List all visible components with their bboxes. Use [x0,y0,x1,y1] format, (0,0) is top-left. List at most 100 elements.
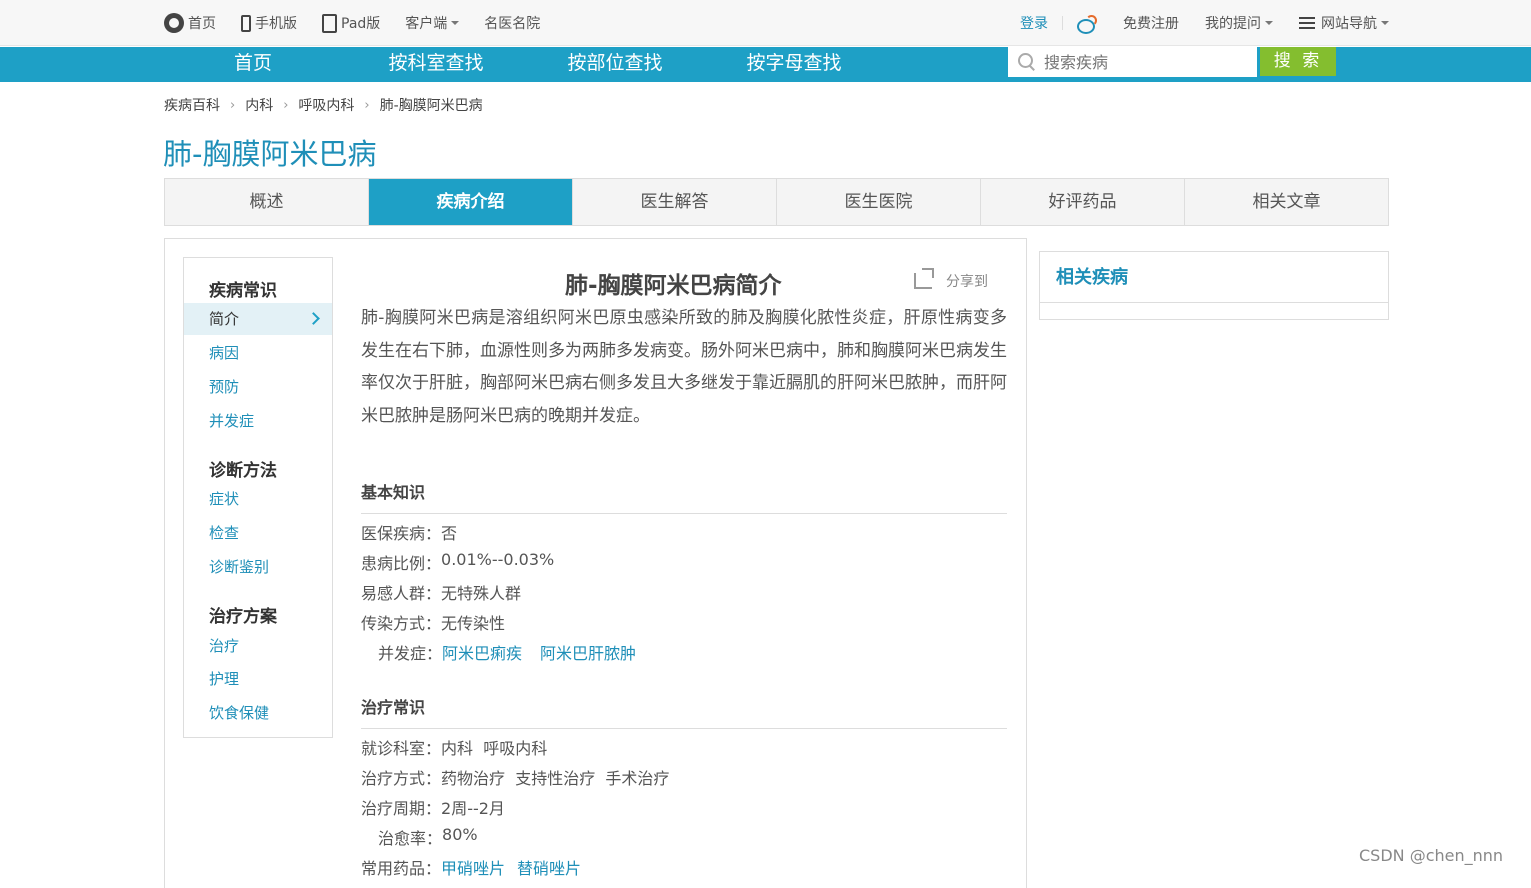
site-nav-dropdown[interactable]: 网站导航 [1299,13,1389,33]
chevron-right-icon [307,312,320,325]
info-row-complications: 并发症： 阿米巴痢疾 阿米巴肝脓肿 [378,640,654,664]
phone-icon [241,14,251,32]
nav-item-home[interactable]: 首页 [213,47,293,82]
complication-link[interactable]: 阿米巴痢疾 [442,640,522,664]
chevron-down-icon [451,21,460,25]
tab-related-articles[interactable]: 相关文章 [1185,179,1388,225]
info-row-transmission: 传染方式： 无传染性 [361,610,505,634]
sidebar-item-diagnosis[interactable]: 诊断鉴别 [184,551,332,583]
divider [1062,16,1063,30]
client-label: 客户端 [405,16,448,32]
info-value: 无特殊人群 [441,584,522,603]
top-right-links: 登录 免费注册 我的提问 网站导航 [994,0,1389,46]
breadcrumb-item[interactable]: 疾病百科 [164,95,220,115]
breadcrumb: 疾病百科 › 内科 › 呼吸内科 › 肺-胸膜阿米巴病 [164,95,483,115]
sidebar-nav: 疾病常识 简介 病因 预防 并发症 诊断方法 症状 检查 诊断鉴别 治疗方案 治… [183,257,333,738]
info-value: 2周--2月 [441,799,505,818]
search-button[interactable]: 搜 索 [1260,47,1336,76]
search-input[interactable] [1044,52,1244,72]
list-icon [1299,17,1315,29]
info-label: 常用药品： [361,859,442,878]
info-label: 治疗方式： [361,769,442,788]
info-label: 就诊科室： [361,739,442,758]
sidebar-item-examination[interactable]: 检查 [184,517,332,549]
drug-link[interactable]: 甲硝唑片 [441,855,505,879]
info-row-insurance: 医保疾病： 否 [361,520,457,544]
tab-overview[interactable]: 概述 [165,179,369,225]
register-link[interactable]: 免费注册 [1123,13,1179,33]
breadcrumb-item[interactable]: 内科 [245,95,273,115]
weibo-icon[interactable] [1077,15,1097,34]
disease-tabs: 概述 疾病介绍 医生解答 医生医院 好评药品 相关文章 [164,178,1389,226]
nav-item-by-body-part[interactable]: 按部位查找 [555,47,675,82]
search-box [1008,47,1257,77]
page-title: 肺-胸膜阿米巴病 [163,137,377,171]
home-link-label: 首页 [188,16,216,32]
info-value: 无传染性 [441,614,506,633]
section-heading-basic: 基本知识 [361,479,1007,514]
info-label: 易感人群： [361,584,442,603]
info-label: 传染方式： [361,614,442,633]
sidebar-item-symptoms[interactable]: 症状 [184,483,332,515]
watermark: CSDN @chen_nnn [1359,846,1504,865]
related-diseases-panel: 相关疾病 [1039,251,1389,320]
breadcrumb-current: 肺-胸膜阿米巴病 [379,98,483,114]
my-questions-dropdown[interactable]: 我的提问 [1205,13,1273,33]
pad-version-link[interactable]: Pad版 [322,13,380,33]
info-value: 80% [442,825,478,844]
sidebar-item-nursing[interactable]: 护理 [184,663,332,695]
site-nav-label: 网站导航 [1321,16,1377,32]
client-dropdown[interactable]: 客户端 [405,13,460,33]
mobile-version-link[interactable]: 手机版 [241,13,297,33]
sidebar-item-complications[interactable]: 并发症 [184,405,332,437]
chevron-right-icon: › [283,97,289,113]
top-left-links: 首页 手机版 Pad版 客户端 名医名院 [164,0,565,46]
sidebar-item-diet[interactable]: 饮食保健 [184,697,332,729]
share-label: 分享到 [946,274,988,290]
breadcrumb-item[interactable]: 呼吸内科 [298,95,354,115]
sidebar-item-cause[interactable]: 病因 [184,337,332,369]
intro-paragraph: 肺-胸膜阿米巴病是溶组织阿米巴原虫感染所致的肺及胸膜化脓性炎症，肝原性病变多发生… [361,308,1007,426]
info-value: 药物治疗 支持性治疗 手术治疗 [441,769,670,788]
info-row-cure-rate: 治愈率： 80% [378,825,478,849]
drug-link[interactable]: 替硝唑片 [517,855,581,879]
tab-doctors-hospitals[interactable]: 医生医院 [777,179,981,225]
tab-rated-drugs[interactable]: 好评药品 [981,179,1185,225]
search-icon [1018,53,1036,71]
sidebar-group-title: 疾病常识 [209,281,277,301]
chevron-right-icon: › [364,97,370,113]
chevron-right-icon: › [230,97,236,113]
section-heading-treatment: 治疗常识 [361,694,1007,729]
login-link[interactable]: 登录 [1020,13,1048,33]
sidebar-group-title: 诊断方法 [209,461,277,481]
tablet-icon [322,13,337,33]
intro-title: 肺-胸膜阿米巴病简介 [565,273,782,299]
info-row-drugs: 常用药品： 甲硝唑片 替硝唑片 [361,855,593,879]
sidebar-item-prevention[interactable]: 预防 [184,371,332,403]
top-utility-bar: 首页 手机版 Pad版 客户端 名医名院 登录 免费注册 我的提问 网站导航 [0,0,1531,46]
share-button[interactable]: 分享到 [914,268,988,291]
info-label: 治疗周期： [361,799,442,818]
famous-doctors-link[interactable]: 名医名院 [484,13,540,33]
chevron-down-icon [1265,21,1273,25]
complication-link[interactable]: 阿米巴肝脓肿 [540,640,636,664]
info-row-method: 治疗方式： 药物治疗 支持性治疗 手术治疗 [361,765,669,789]
info-row-department: 就诊科室： 内科 呼吸内科 [361,735,547,759]
sidebar-item-intro[interactable]: 简介 [184,303,332,335]
tab-doctor-answers[interactable]: 医生解答 [573,179,777,225]
famous-doctors-label: 名医名院 [484,16,541,32]
info-value: 0.01%--0.03% [441,550,555,569]
my-questions-label: 我的提问 [1205,16,1261,32]
nav-item-by-letter[interactable]: 按字母查找 [734,47,854,82]
tab-disease-intro[interactable]: 疾病介绍 [369,179,573,225]
home-link[interactable]: 首页 [164,13,216,33]
pad-version-label: Pad版 [341,16,381,32]
chevron-down-icon [1381,21,1389,25]
info-label: 并发症： [378,644,443,663]
info-label: 治愈率： [378,829,443,848]
nav-item-by-department[interactable]: 按科室查找 [376,47,496,82]
sidebar-group-title: 治疗方案 [209,607,277,627]
info-value: 否 [441,524,458,543]
sidebar-item-treatment[interactable]: 治疗 [184,630,332,662]
info-row-susceptible: 易感人群： 无特殊人群 [361,580,521,604]
